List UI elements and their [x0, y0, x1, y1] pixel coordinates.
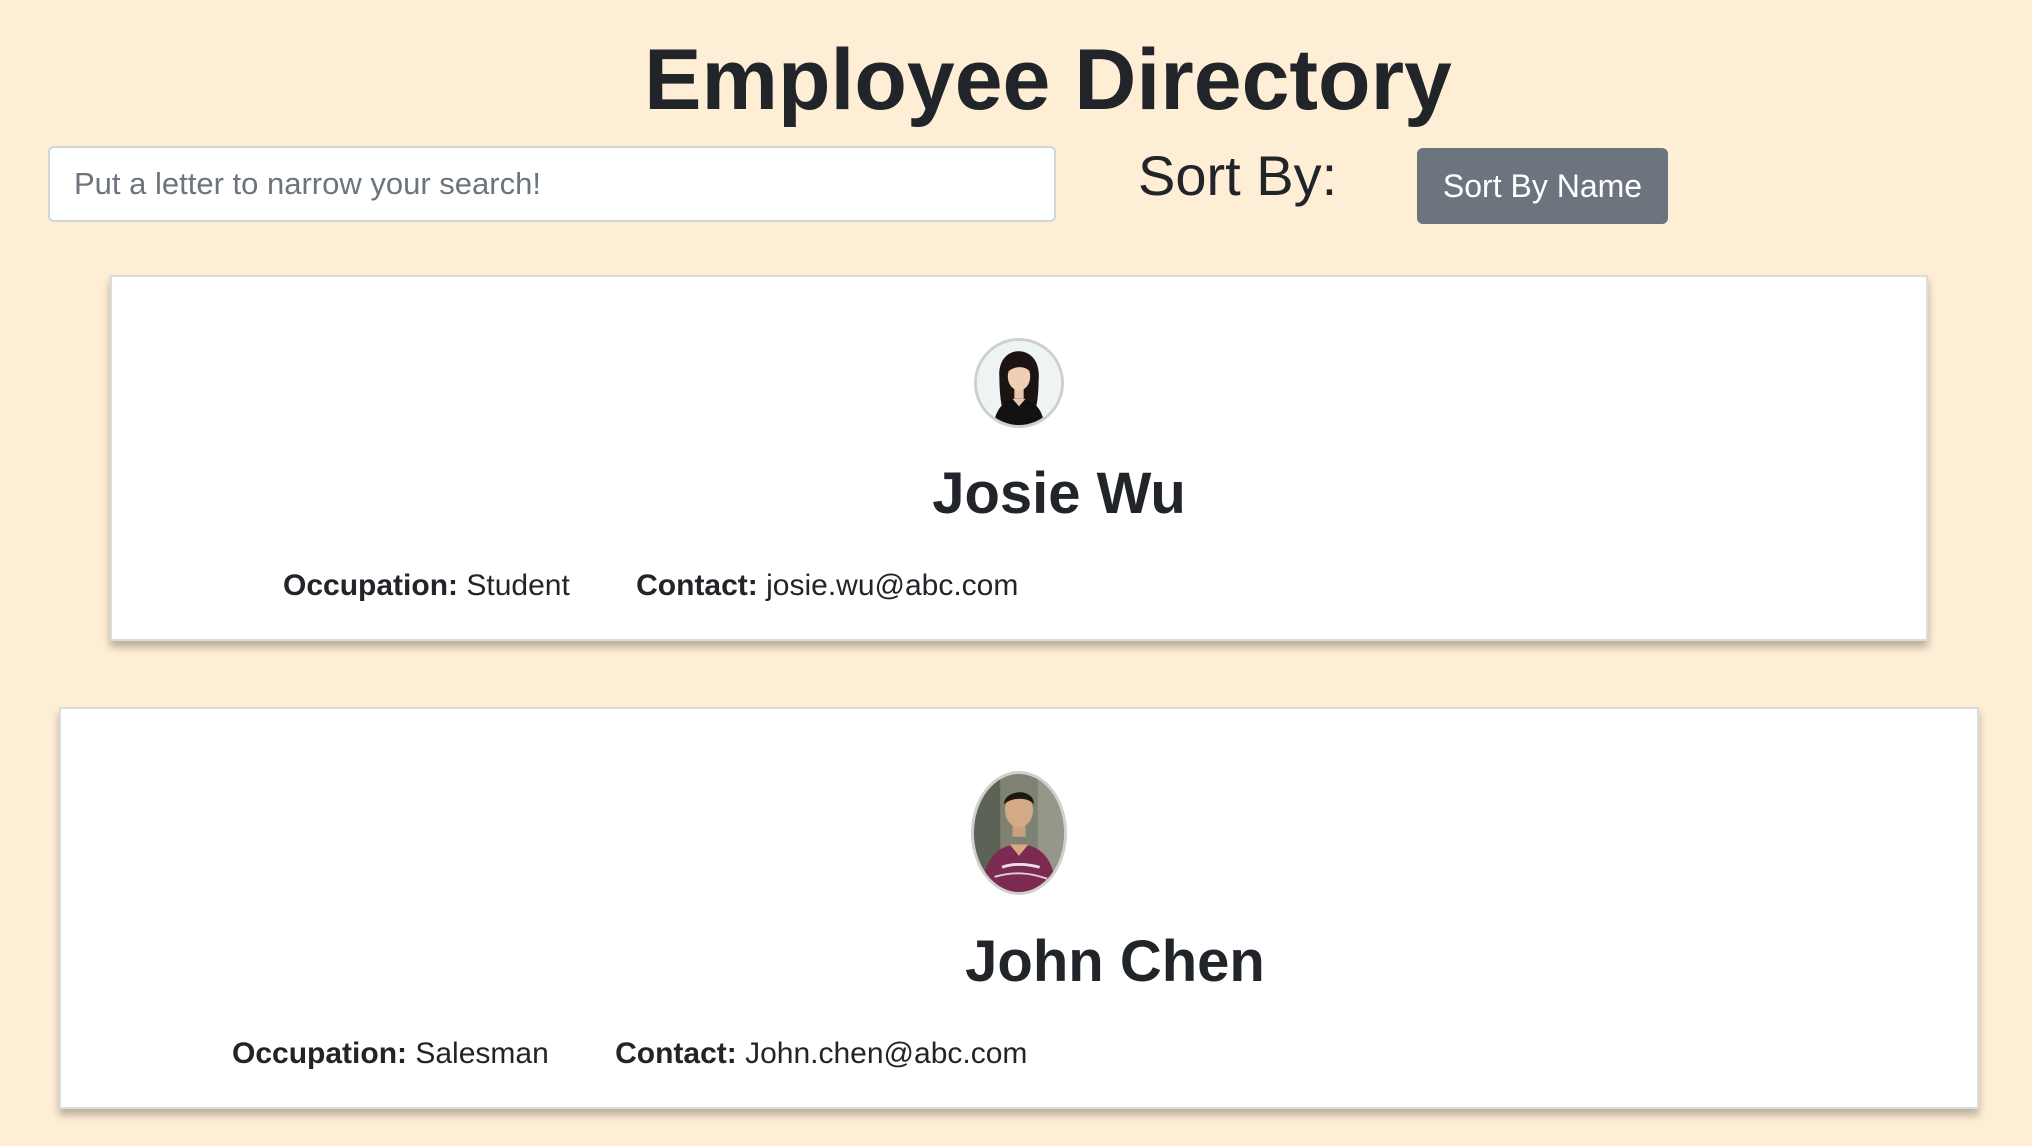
employee-card: John Chen Occupation: Salesman Contact: … [59, 707, 1979, 1109]
page-title: Employee Directory [644, 32, 1452, 128]
occupation-label: Occupation: [232, 1037, 408, 1070]
contact-label: Contact: [636, 569, 758, 602]
employee-info: Occupation: Salesman Contact: John.chen@… [232, 1034, 1027, 1074]
contact-label: Contact: [615, 1037, 737, 1070]
profile-photo-man-icon [974, 774, 1064, 892]
avatar [974, 338, 1064, 428]
occupation-value: Student [466, 569, 570, 602]
employee-info: Occupation: Student Contact: josie.wu@ab… [283, 566, 1018, 606]
occupation-label: Occupation: [283, 569, 459, 602]
sort-by-name-button[interactable]: Sort By Name [1417, 148, 1668, 224]
occupation-value: Salesman [415, 1037, 549, 1070]
search-input[interactable] [48, 146, 1056, 222]
avatar [971, 771, 1067, 895]
contact-value: John.chen@abc.com [745, 1037, 1028, 1070]
profile-photo-woman-icon [977, 341, 1061, 425]
contact-value: josie.wu@abc.com [766, 569, 1019, 602]
employee-name: Josie Wu [932, 461, 1186, 526]
employee-card: Josie Wu Occupation: Student Contact: jo… [110, 275, 1928, 641]
employee-name: John Chen [965, 929, 1265, 994]
sort-label: Sort By: [1138, 144, 1338, 207]
